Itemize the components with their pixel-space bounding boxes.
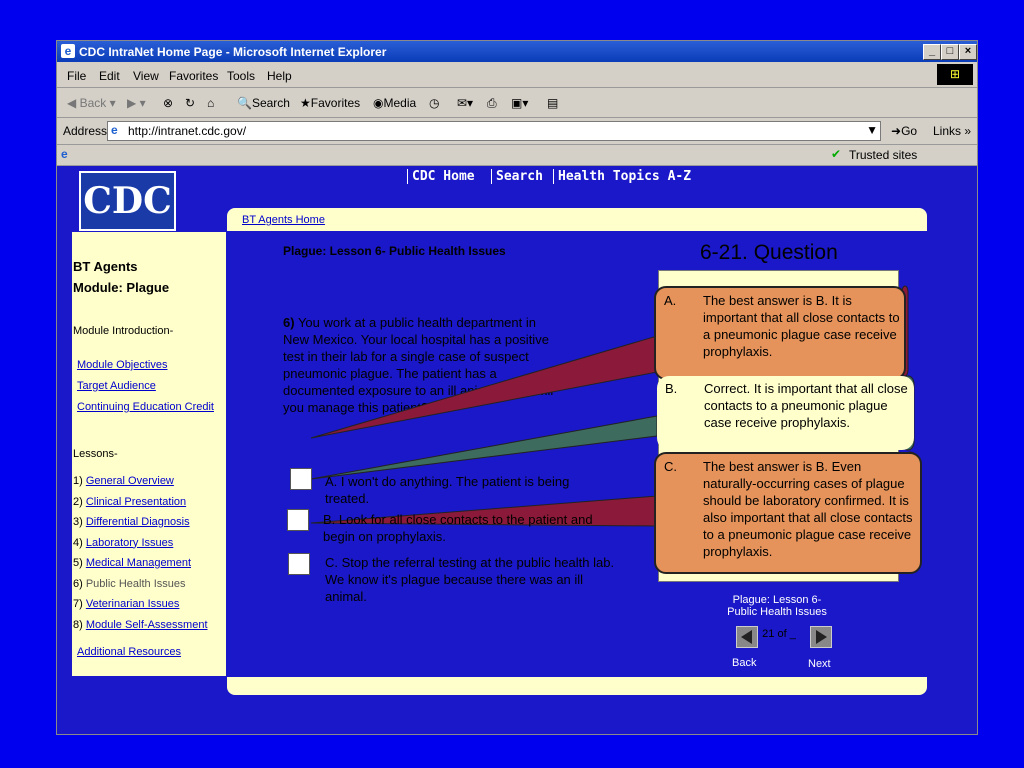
menu-tools[interactable]: Tools	[227, 69, 255, 83]
forward-button[interactable]: ▶ ▾	[127, 96, 146, 110]
feedback-c: C. The best answer is B. Even naturally-…	[654, 452, 922, 574]
page-counter: 21 of _	[762, 628, 796, 640]
back-label: Back	[79, 96, 107, 110]
menu-help[interactable]: Help	[267, 69, 292, 83]
pager-caption-1: Plague: Lesson 6-	[732, 594, 822, 606]
ie-icon: e	[61, 44, 75, 58]
pager: Plague: Lesson 6- Public Health Issues 2…	[717, 594, 837, 674]
security-zone: Trusted sites	[849, 148, 918, 162]
address-dropdown-icon[interactable]: ▼	[866, 123, 878, 137]
feedback-c-letter: C.	[664, 459, 677, 474]
search-label: Search	[251, 96, 290, 110]
menu-view[interactable]: View	[133, 69, 159, 83]
connector-a	[310, 335, 658, 439]
address-url: http://intranet.cdc.gov/	[128, 124, 247, 138]
option-a-text: A. I won't do anything. The patient is b…	[325, 474, 570, 506]
feedback-a: A. The best answer is B. It is important…	[654, 286, 906, 380]
favorites-button[interactable]: ★Favorites	[300, 96, 360, 110]
option-c-text: C. Stop the referral testing at the publ…	[325, 555, 615, 604]
title-bar: e CDC IntraNet Home Page - Microsoft Int…	[57, 41, 977, 62]
window-title: CDC IntraNet Home Page - Microsoft Inter…	[79, 45, 387, 59]
favorites-label: Favorites	[310, 96, 361, 110]
arrow-left-icon	[741, 630, 752, 644]
windows-logo-icon: ⊞	[937, 64, 973, 85]
maximize-button[interactable]: □	[941, 44, 959, 60]
close-button[interactable]: ×	[959, 44, 977, 60]
address-bar: Address e http://intranet.cdc.gov/ ▼ ➜Go…	[57, 118, 977, 145]
menu-file[interactable]: File	[67, 69, 86, 83]
menu-edit[interactable]: Edit	[99, 69, 120, 83]
feedback-a-letter: A.	[664, 293, 677, 308]
next-label[interactable]: Next	[808, 658, 831, 670]
back-label[interactable]: Back	[732, 657, 756, 669]
address-input[interactable]: e http://intranet.cdc.gov/ ▼	[107, 121, 881, 141]
discuss-icon[interactable]: ▤	[547, 96, 558, 110]
stop-icon[interactable]: ⊗	[163, 96, 173, 110]
search-button[interactable]: 🔍Search	[237, 96, 290, 110]
option-c-checkbox[interactable]	[288, 553, 310, 575]
history-icon[interactable]: ◷	[429, 96, 439, 110]
page-content: CDC CDC Home Search Health Topics A-Z BT…	[57, 166, 977, 734]
edit-icon[interactable]: ▣▾	[511, 96, 528, 110]
minimize-button[interactable]: _	[923, 44, 941, 60]
home-icon[interactable]: ⌂	[207, 96, 214, 110]
feedback-b: B. Correct. It is important that all clo…	[657, 376, 914, 450]
go-label: Go	[901, 124, 918, 138]
back-arrow-button[interactable]	[736, 626, 758, 648]
feedback-b-letter: B.	[665, 381, 678, 396]
status-page-icon: e	[61, 147, 68, 161]
next-arrow-button[interactable]	[810, 626, 832, 648]
feedback-connectors	[310, 285, 919, 571]
menu-bar: File Edit View Favorites Tools Help ⊞	[57, 62, 977, 88]
go-button[interactable]: ➜Go	[891, 124, 917, 138]
mail-icon[interactable]: ✉▾	[457, 96, 473, 110]
links-label: Links	[933, 124, 962, 138]
trusted-sites-icon: ✔	[831, 147, 842, 161]
feedback-a-text: The best answer is B. It is important th…	[703, 293, 900, 359]
print-icon[interactable]: ⎙	[487, 96, 497, 111]
toolbar: ◀ Back ▾ ▶ ▾ ⊗ ↻ ⌂ 🔍Search ★Favorites ◉M…	[57, 88, 977, 118]
back-button[interactable]: ◀ Back ▾	[67, 96, 116, 110]
arrow-right-icon	[816, 630, 827, 644]
option-b-checkbox[interactable]	[287, 509, 309, 531]
option-b-text: B. Look for all close contacts to the pa…	[323, 512, 593, 544]
menu-favorites[interactable]: Favorites	[169, 69, 218, 83]
browser-window: e CDC IntraNet Home Page - Microsoft Int…	[56, 40, 978, 735]
pager-caption-2: Public Health Issues	[727, 606, 827, 618]
media-label: Media	[383, 96, 417, 110]
option-a-checkbox[interactable]	[290, 468, 312, 490]
refresh-icon[interactable]: ↻	[185, 96, 195, 110]
media-button[interactable]: ◉Media	[373, 96, 416, 110]
links-button[interactable]: Links »	[933, 124, 971, 138]
page-icon: e	[111, 123, 118, 137]
feedback-b-text: Correct. It is important that all close …	[704, 381, 908, 430]
feedback-c-text: The best answer is B. Even naturally-occ…	[703, 459, 913, 559]
status-bar: e ✔ Trusted sites	[57, 145, 977, 166]
address-label: Address	[63, 124, 108, 138]
